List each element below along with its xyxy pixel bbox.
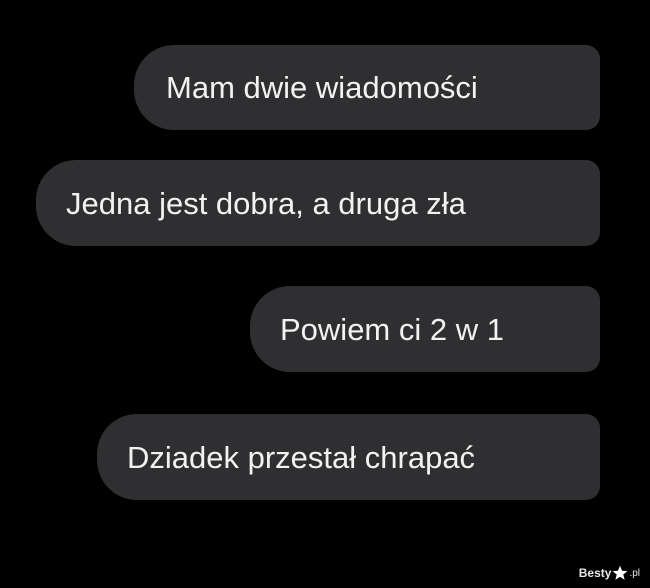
watermark: Besty .pl xyxy=(579,563,640,583)
message-bubble: Jedna jest dobra, a druga zła xyxy=(36,160,600,246)
chat-thread: Mam dwie wiadomości Jedna jest dobra, a … xyxy=(0,0,650,588)
watermark-tld: .pl xyxy=(629,567,640,579)
message-bubble: Dziadek przestał chrapać xyxy=(97,414,600,500)
message-bubble: Mam dwie wiadomości xyxy=(134,45,600,130)
message-text: Mam dwie wiadomości xyxy=(166,70,478,105)
message-text: Powiem ci 2 w 1 xyxy=(280,311,504,347)
message-bubble: Powiem ci 2 w 1 xyxy=(250,286,600,372)
message-text: Jedna jest dobra, a druga zła xyxy=(66,185,466,221)
watermark-brand: Besty xyxy=(578,566,612,580)
message-text: Dziadek przestał chrapać xyxy=(127,439,476,475)
star-icon xyxy=(612,565,628,580)
